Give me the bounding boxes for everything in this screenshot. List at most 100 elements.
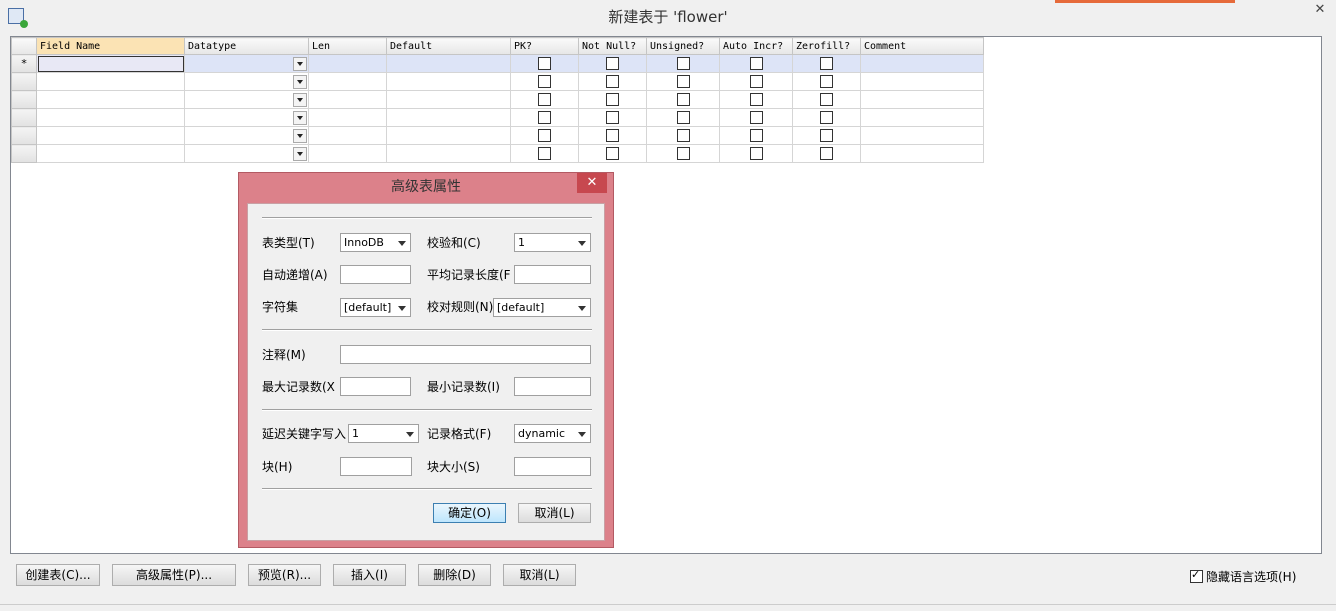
grid-cell[interactable] [860,144,984,163]
grid-cell[interactable] [308,54,387,73]
checkbox-cell[interactable] [792,72,861,91]
column-header[interactable]: Unsigned? [646,37,720,55]
advanced-properties-button[interactable]: 高级属性(P)... [112,564,236,586]
datatype-cell[interactable] [184,90,309,109]
checkbox[interactable] [606,129,619,142]
checkbox-cell[interactable] [719,108,793,127]
dropdown-arrow-icon[interactable] [293,129,307,143]
checkbox[interactable] [820,93,833,106]
preview-button[interactable]: 预览(R)... [248,564,321,586]
grid-cell[interactable] [308,90,387,109]
checkbox[interactable] [538,75,551,88]
checkbox[interactable] [538,93,551,106]
grid-cell[interactable] [386,90,511,109]
checkbox-cell[interactable] [792,54,861,73]
checkbox-cell[interactable] [646,54,720,73]
delay-key-write-select[interactable]: 1 [348,424,419,443]
checksum-select[interactable]: 1 [514,233,591,252]
checkbox[interactable] [538,57,551,70]
dropdown-arrow-icon[interactable] [293,111,307,125]
insert-button[interactable]: 插入(I) [333,564,406,586]
checkbox-cell[interactable] [719,54,793,73]
checkbox-cell[interactable] [646,126,720,145]
grid-cell[interactable] [308,126,387,145]
checkbox-cell[interactable] [510,144,579,163]
column-header[interactable]: Field Name [36,37,185,55]
checkbox[interactable] [749,93,763,106]
checkbox[interactable] [538,111,551,124]
checkbox[interactable] [820,147,833,160]
checkbox[interactable] [606,57,619,70]
checkbox[interactable] [676,129,690,142]
checkbox[interactable] [538,129,551,142]
grid-cell[interactable] [860,54,984,73]
dropdown-arrow-icon[interactable] [293,75,307,89]
checkbox-cell[interactable] [792,108,861,127]
row-format-select[interactable]: dynamic [514,424,591,443]
row-header[interactable] [11,72,37,91]
block-input[interactable] [340,457,412,476]
checkbox-cell[interactable] [578,144,647,163]
column-header[interactable]: Default [386,37,511,55]
hide-language-checkbox[interactable]: 隐藏语言选项(H) [1190,568,1296,585]
grid-cell[interactable] [386,108,511,127]
row-header[interactable] [11,90,37,109]
checkbox[interactable] [749,147,763,160]
dialog-close-button[interactable]: ✕ [577,173,607,193]
dropdown-arrow-icon[interactable] [293,57,307,71]
checkbox-cell[interactable] [510,126,579,145]
checkbox-cell[interactable] [510,72,579,91]
datatype-cell[interactable] [184,54,309,73]
checkbox-cell[interactable] [719,126,793,145]
grid-cell[interactable] [386,126,511,145]
grid-cell[interactable] [308,72,387,91]
checkbox-cell[interactable] [792,126,861,145]
column-header[interactable]: Zerofill? [792,37,861,55]
checkbox[interactable] [749,57,763,70]
checkbox[interactable] [749,75,763,88]
grid-cell[interactable] [860,90,984,109]
max-rows-input[interactable] [340,377,411,396]
checkbox-cell[interactable] [792,90,861,109]
checkbox-cell[interactable] [510,108,579,127]
dropdown-arrow-icon[interactable] [293,93,307,107]
checkbox[interactable] [676,75,690,88]
window-close-button[interactable]: ✕ [1304,0,1336,20]
column-header[interactable]: Not Null? [578,37,647,55]
checkbox[interactable] [749,111,763,124]
checkbox-cell[interactable] [719,72,793,91]
create-table-button[interactable]: 创建表(C)... [16,564,100,586]
grid-cell[interactable] [36,90,185,109]
avg-row-length-input[interactable] [514,265,591,284]
row-header[interactable] [11,126,37,145]
charset-select[interactable]: [default] [340,298,411,317]
cancel-button[interactable]: 取消(L) [503,564,576,586]
checkbox[interactable] [606,111,619,124]
datatype-cell[interactable] [184,108,309,127]
grid-cell[interactable] [36,108,185,127]
checkbox-cell[interactable] [646,72,720,91]
grid-cell[interactable] [860,126,984,145]
checkbox[interactable] [676,93,690,106]
checkbox-cell[interactable] [578,108,647,127]
checkbox[interactable] [606,147,619,160]
delete-button[interactable]: 删除(D) [418,564,491,586]
auto-increment-input[interactable] [340,265,411,284]
checkbox[interactable] [820,129,833,142]
grid-cell[interactable] [36,54,185,73]
checkbox[interactable] [749,129,763,142]
checkbox-cell[interactable] [719,144,793,163]
checkbox[interactable] [676,57,690,70]
row-header[interactable] [11,108,37,127]
checkbox-cell[interactable] [578,126,647,145]
grid-cell[interactable] [308,108,387,127]
checkbox[interactable] [820,75,833,88]
checkbox-cell[interactable] [646,108,720,127]
checkbox-cell[interactable] [646,90,720,109]
column-header[interactable]: Len [308,37,387,55]
grid-cell[interactable] [386,54,511,73]
checkbox[interactable] [606,93,619,106]
checkbox-cell[interactable] [578,72,647,91]
checkbox-cell[interactable] [719,90,793,109]
comment-input[interactable] [340,345,591,364]
